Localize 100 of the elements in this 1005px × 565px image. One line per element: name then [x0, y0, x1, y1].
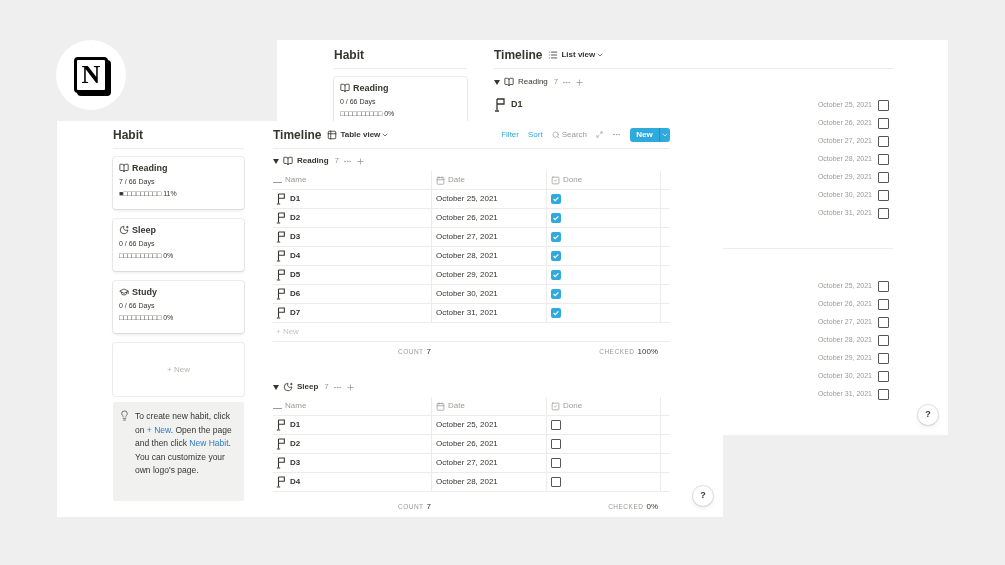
- table-view-icon: [327, 129, 338, 140]
- item-name[interactable]: D4: [290, 476, 301, 488]
- list-view-icon: [548, 49, 559, 60]
- item-name[interactable]: D4: [290, 250, 301, 262]
- item-name[interactable]: D7: [290, 307, 301, 319]
- caret-icon[interactable]: [494, 79, 500, 85]
- group-icon: [283, 156, 293, 166]
- checkbox[interactable]: [878, 135, 889, 147]
- checkbox[interactable]: [878, 334, 889, 346]
- item-name[interactable]: D1: [290, 419, 301, 431]
- habit-icon: [119, 287, 129, 297]
- flag-icon: [276, 419, 286, 431]
- help-button[interactable]: ?: [693, 486, 713, 506]
- section-title: Timeline: [494, 46, 543, 64]
- group-name[interactable]: Sleep: [297, 381, 319, 393]
- column-icon: [436, 401, 445, 411]
- column-icon: [436, 175, 445, 185]
- tip-text: To create new habit, click on + New. Open the page and then click New Habit. You can customize your own logo's page.: [135, 410, 233, 477]
- habit-name: Reading: [353, 82, 389, 94]
- flag-icon: [276, 212, 286, 224]
- flag-icon: [276, 438, 286, 450]
- logo: N: [74, 57, 108, 93]
- checkbox[interactable]: [551, 420, 561, 430]
- checked-value: 0%: [646, 500, 658, 513]
- checkbox[interactable]: [878, 370, 889, 382]
- item-name[interactable]: D3: [290, 231, 301, 243]
- checkbox[interactable]: [878, 298, 889, 310]
- new-link[interactable]: + New: [146, 424, 171, 435]
- flag-icon: [276, 250, 286, 262]
- lightbulb-icon: [119, 410, 130, 421]
- habit-name: Reading: [132, 162, 168, 174]
- item-date: October 28, 2021: [436, 476, 498, 488]
- flag-icon: [276, 476, 286, 488]
- flag-icon: [276, 288, 286, 300]
- help-button[interactable]: ?: [918, 405, 938, 425]
- checkbox[interactable]: [878, 280, 889, 292]
- view-selector[interactable]: List view: [561, 48, 605, 61]
- item-date: October 31, 2021: [436, 307, 498, 319]
- habit-icon: [119, 225, 129, 235]
- section-title: Habit: [113, 126, 143, 144]
- group-count: 7: [553, 76, 559, 88]
- checkbox[interactable]: [878, 316, 889, 328]
- checkbox[interactable]: [878, 99, 889, 111]
- item-name[interactable]: D5: [290, 269, 301, 281]
- checkbox[interactable]: [878, 207, 889, 219]
- item-name[interactable]: D1: [511, 98, 523, 112]
- item-name[interactable]: D6: [290, 288, 301, 300]
- group-count: 7: [324, 381, 329, 393]
- checkbox[interactable]: [551, 308, 561, 318]
- checkbox[interactable]: [551, 477, 561, 487]
- item-date: October 25, 2021: [436, 193, 498, 205]
- item-date: October 29, 2021: [436, 269, 498, 281]
- caret-icon[interactable]: [273, 158, 279, 164]
- item-date: October 28, 2021: [436, 250, 498, 262]
- habit-icon: [340, 83, 350, 93]
- flag-icon: [276, 193, 286, 205]
- caret-icon[interactable]: [273, 384, 279, 390]
- checkbox[interactable]: [878, 388, 889, 400]
- checkbox[interactable]: [551, 458, 561, 468]
- checkbox[interactable]: [878, 189, 889, 201]
- section-title: Habit: [334, 46, 364, 64]
- checkbox[interactable]: [878, 352, 889, 364]
- flag-icon: [276, 457, 286, 469]
- section-title: Timeline: [273, 126, 322, 144]
- item-date: October 27, 2021: [436, 231, 498, 243]
- item-name[interactable]: D1: [290, 193, 301, 205]
- item-name[interactable]: D3: [290, 457, 301, 469]
- view-selector[interactable]: Table view: [340, 128, 390, 141]
- checkbox[interactable]: [878, 153, 889, 165]
- checkbox[interactable]: [878, 117, 889, 129]
- group-name[interactable]: Reading: [297, 155, 329, 167]
- flag-icon: [494, 98, 506, 112]
- checkbox[interactable]: [551, 232, 561, 242]
- book-icon: [504, 77, 514, 87]
- habit-name: Study: [132, 286, 157, 298]
- flag-icon: [276, 307, 286, 319]
- checkbox[interactable]: [551, 439, 561, 449]
- habit-name: Sleep: [132, 224, 156, 236]
- count-value: 7: [426, 345, 431, 358]
- checkbox[interactable]: [551, 289, 561, 299]
- flag-icon: [276, 231, 286, 243]
- checked-value: 100%: [637, 345, 658, 358]
- checkbox[interactable]: [551, 251, 561, 261]
- checkbox[interactable]: [551, 270, 561, 280]
- checkbox[interactable]: [878, 171, 889, 183]
- column-icon: [551, 175, 560, 185]
- group-count: 7: [334, 155, 339, 167]
- item-date: October 30, 2021: [436, 288, 498, 300]
- checkbox[interactable]: [551, 213, 561, 223]
- checkbox[interactable]: [551, 194, 561, 204]
- item-date: October 26, 2021: [436, 212, 498, 224]
- group-name[interactable]: Reading: [518, 76, 548, 88]
- count-value: 7: [426, 500, 431, 513]
- item-name[interactable]: D2: [290, 212, 301, 224]
- flag-icon: [276, 269, 286, 281]
- column-icon: [551, 401, 560, 411]
- item-name[interactable]: D2: [290, 438, 301, 450]
- habit-icon: [119, 163, 129, 173]
- item-date: October 25, 2021: [436, 419, 498, 431]
- item-date: October 27, 2021: [436, 457, 498, 469]
